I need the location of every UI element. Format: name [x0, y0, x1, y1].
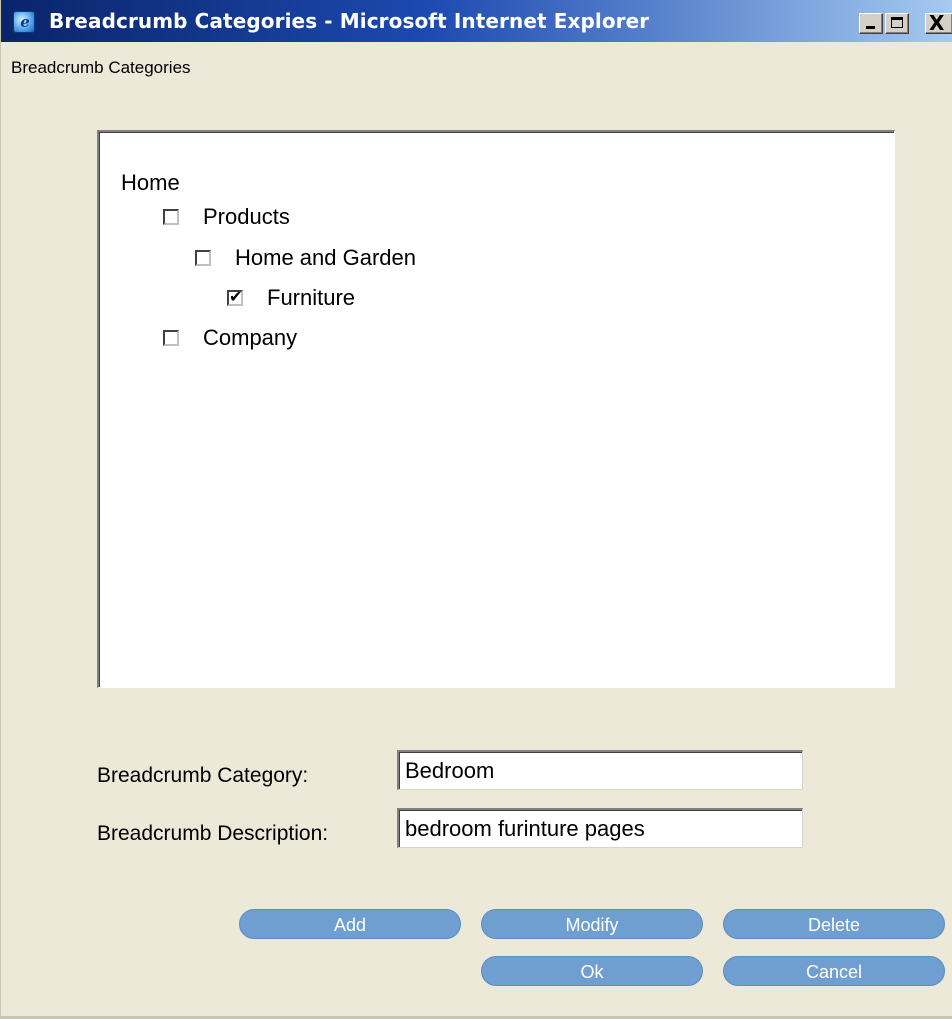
tree-node-label: Products	[203, 204, 290, 229]
minimize-icon	[866, 26, 875, 29]
maximize-icon	[891, 17, 903, 28]
products-checkbox[interactable]	[163, 209, 179, 225]
category-label: Breadcrumb Category:	[97, 764, 309, 787]
furniture-checkbox[interactable]: ✔	[227, 287, 243, 306]
close-button[interactable]: X	[925, 11, 952, 35]
window-title: Breadcrumb Categories - Microsoft Intern…	[49, 9, 650, 33]
ie-icon[interactable]: e	[13, 11, 35, 33]
maximize-button[interactable]	[885, 13, 909, 34]
checkmark-icon: ✔	[229, 287, 243, 306]
minimize-button[interactable]	[859, 13, 883, 34]
add-button[interactable]: Add	[239, 909, 461, 939]
category-tree-panel[interactable]: Home Products Home and Garden ✔ Furnitur…	[97, 130, 895, 688]
tree-node-label: Furniture	[267, 285, 356, 310]
ok-button[interactable]: Ok	[481, 956, 703, 986]
home-and-garden-checkbox[interactable]	[195, 250, 211, 266]
tree-node-label: Company	[203, 325, 298, 350]
delete-button[interactable]: Delete	[723, 909, 945, 939]
description-label: Breadcrumb Description:	[97, 822, 329, 845]
title-bar[interactable]: e Breadcrumb Categories - Microsoft Inte…	[1, 0, 952, 42]
page-heading: Breadcrumb Categories	[11, 58, 191, 77]
browser-window: e Breadcrumb Categories - Microsoft Inte…	[0, 0, 952, 1019]
category-input[interactable]	[397, 750, 803, 790]
tree-node-label: Home and Garden	[235, 245, 416, 270]
cancel-button[interactable]: Cancel	[723, 956, 945, 986]
modify-button[interactable]: Modify	[481, 909, 703, 939]
description-input[interactable]	[397, 808, 803, 848]
close-icon: X	[929, 11, 945, 35]
company-checkbox[interactable]	[163, 330, 179, 346]
tree-root-home[interactable]: Home	[121, 170, 180, 196]
